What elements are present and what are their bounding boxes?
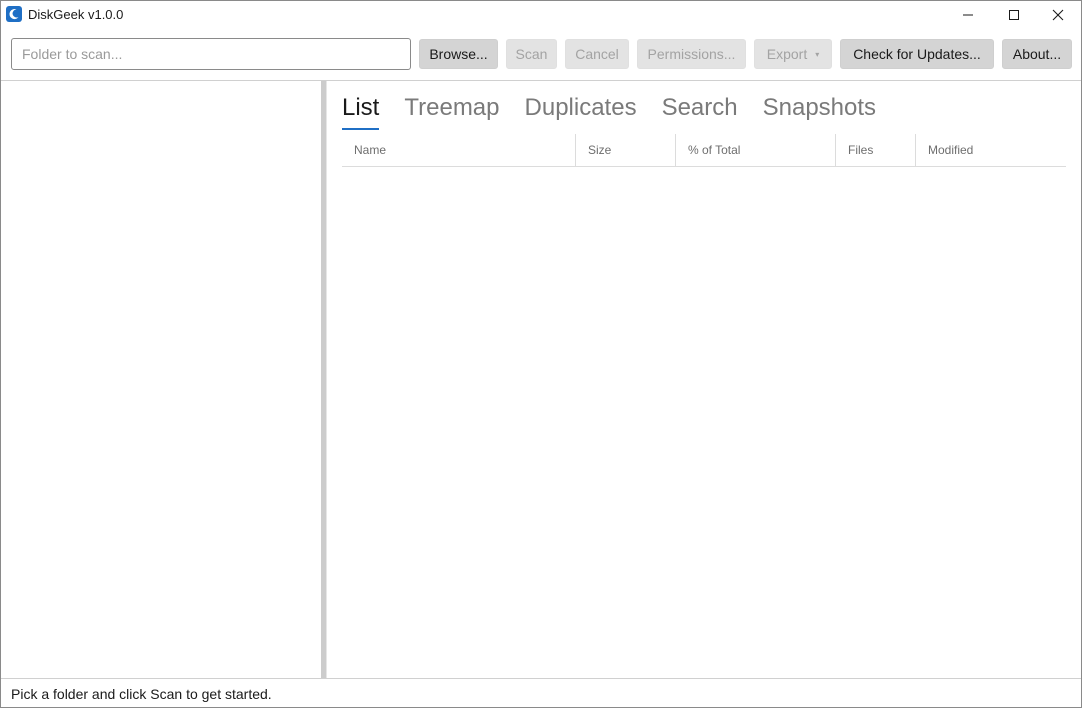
status-text: Pick a folder and click Scan to get star… <box>11 686 272 702</box>
window-title: DiskGeek v1.0.0 <box>28 7 124 22</box>
tab-treemap[interactable]: Treemap <box>404 93 499 131</box>
minimize-icon <box>963 14 973 16</box>
cancel-button[interactable]: Cancel <box>565 39 629 69</box>
column-header-files[interactable]: Files <box>835 134 915 167</box>
title-bar[interactable]: DiskGeek v1.0.0 <box>1 1 1081 29</box>
table-header: Name Size % of Total Files Modified <box>342 134 1066 167</box>
tab-snapshots[interactable]: Snapshots <box>763 93 876 131</box>
close-icon <box>1052 9 1064 21</box>
view-tabs: List Treemap Duplicates Search Snapshots <box>342 93 901 131</box>
column-header-percent[interactable]: % of Total <box>675 134 835 167</box>
toolbar: Browse... Scan Cancel Permissions... Exp… <box>1 29 1081 79</box>
close-button[interactable] <box>1035 1 1081 29</box>
chevron-down-icon: ▾ <box>815 49 820 59</box>
column-header-modified[interactable]: Modified <box>915 134 1066 167</box>
status-bar: Pick a folder and click Scan to get star… <box>1 678 1081 707</box>
export-label: Export <box>766 46 808 62</box>
app-moon-icon <box>6 6 22 22</box>
maximize-icon <box>1009 10 1019 20</box>
export-button[interactable]: Export ▾ <box>754 39 832 69</box>
maximize-button[interactable] <box>991 1 1037 29</box>
tab-list[interactable]: List <box>342 93 380 131</box>
folder-tree-pane[interactable] <box>1 81 321 678</box>
permissions-button[interactable]: Permissions... <box>637 39 746 69</box>
content-pane: List Treemap Duplicates Search Snapshots… <box>327 81 1081 678</box>
check-updates-button[interactable]: Check for Updates... <box>840 39 994 69</box>
browse-button[interactable]: Browse... <box>419 39 498 69</box>
app-window: DiskGeek v1.0.0 Browse... Scan Cancel Pe… <box>0 0 1082 708</box>
scan-button[interactable]: Scan <box>506 39 557 69</box>
column-header-name[interactable]: Name <box>342 134 575 167</box>
minimize-button[interactable] <box>945 1 991 29</box>
about-button[interactable]: About... <box>1002 39 1072 69</box>
tab-search[interactable]: Search <box>662 93 738 131</box>
folder-input[interactable] <box>11 38 411 70</box>
column-header-size[interactable]: Size <box>575 134 675 167</box>
tab-duplicates[interactable]: Duplicates <box>525 93 637 131</box>
